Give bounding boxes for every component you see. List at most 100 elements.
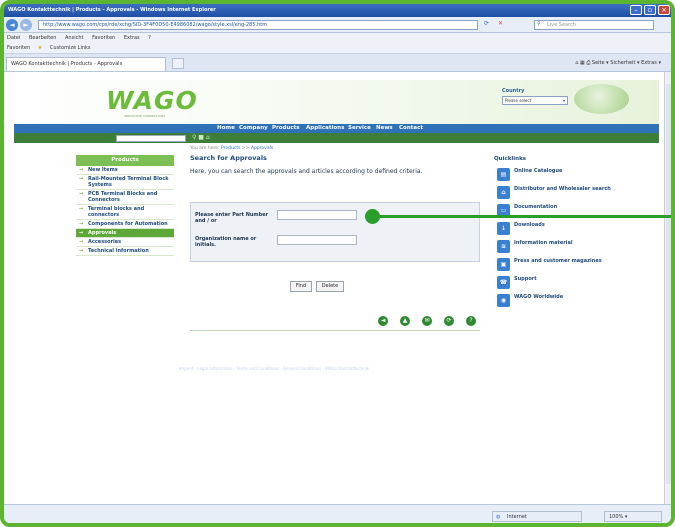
maximize-icon[interactable]: ▫ bbox=[644, 5, 656, 15]
country-select-value: Please select bbox=[505, 98, 532, 103]
close-icon[interactable]: × bbox=[658, 5, 670, 15]
products-item-label: PCB Terminal Blocks and Connectors bbox=[88, 191, 158, 203]
products-item-approvals[interactable]: → Approvals bbox=[76, 229, 174, 238]
globe-graphic bbox=[574, 84, 629, 114]
menu-favoriten[interactable]: Favoriten bbox=[92, 35, 115, 41]
site-search-input[interactable] bbox=[116, 135, 186, 142]
logo-tagline: INNOVATIVE CONNECTIONS bbox=[124, 114, 166, 118]
refresh-icon[interactable]: ⟳ bbox=[484, 20, 489, 27]
support-icon: ☎ bbox=[497, 276, 510, 289]
quicklink-label: Distributor and Wholesaler search bbox=[514, 186, 611, 192]
catalogue-icon: ▤ bbox=[497, 168, 510, 181]
breadcrumb-prefix: You are here: bbox=[190, 146, 220, 151]
menu-help[interactable]: ? bbox=[148, 35, 151, 41]
forward-button[interactable]: ► bbox=[20, 19, 32, 31]
quicklink-label: Information material bbox=[514, 240, 573, 246]
nav-news[interactable]: News bbox=[376, 124, 393, 133]
url-field[interactable]: http://www.wago.com/cps/rde/xchg/SID-3F4… bbox=[38, 20, 478, 30]
downloads-icon: ↓ bbox=[497, 222, 510, 235]
help-icon[interactable]: ? bbox=[466, 316, 476, 326]
address-bar: ◄ ► http://www.wago.com/cps/rde/xchg/SID… bbox=[4, 17, 671, 33]
nav-service[interactable]: Service bbox=[348, 124, 371, 133]
status-bar: ◍ Internet 100% ▾ bbox=[4, 504, 671, 523]
quicklink-online-catalogue[interactable]: ▤ Online Catalogue bbox=[494, 168, 614, 186]
stop-icon[interactable]: ✕ bbox=[498, 20, 503, 27]
products-item-pcb-terminal-blocks[interactable]: → PCB Terminal Blocks and Connectors bbox=[76, 190, 174, 205]
nav-home[interactable]: Home bbox=[217, 124, 235, 133]
security-zone[interactable]: ◍ Internet bbox=[492, 511, 582, 522]
breadcrumb: You are here: Products >> Approvals bbox=[190, 146, 273, 151]
press-icon: ▣ bbox=[497, 258, 510, 271]
products-item-label: Accessories bbox=[88, 239, 122, 245]
menu-bearbeiten[interactable]: Bearbeiten bbox=[29, 35, 56, 41]
products-menu: Products → New Items → Rail-Mounted Term… bbox=[76, 155, 174, 256]
wago-logo[interactable]: WAGO bbox=[106, 88, 197, 114]
tab-wago-approvals[interactable]: WAGO Kontakttechnik | Products - Approva… bbox=[6, 57, 166, 71]
new-tab-button[interactable] bbox=[172, 58, 184, 69]
customize-links-link[interactable]: Customize Links bbox=[50, 45, 91, 51]
breadcrumb-separator: >> bbox=[241, 146, 250, 151]
organization-field[interactable] bbox=[277, 235, 357, 245]
quicklink-information-material[interactable]: ≋ Information material bbox=[494, 240, 614, 258]
vertical-scrollbar[interactable] bbox=[664, 72, 671, 504]
part-number-field[interactable] bbox=[277, 210, 357, 220]
quicklink-support[interactable]: ☎ Support bbox=[494, 276, 614, 294]
web-page: WAGO INNOVATIVE CONNECTIONS Country Plea… bbox=[4, 72, 664, 504]
footer-links[interactable]: Imprint · Legal Information · Terms and … bbox=[179, 366, 369, 371]
search-go-icon[interactable]: ⚲ ■ ⌂ bbox=[192, 134, 210, 142]
email-icon[interactable]: ✉ bbox=[422, 316, 432, 326]
breadcrumb-products[interactable]: Products bbox=[221, 146, 240, 151]
products-item-label: Terminal blocks and connectors bbox=[88, 206, 145, 218]
tab-bar: WAGO Kontakttechnik | Products - Approva… bbox=[4, 54, 671, 72]
products-item-new-items[interactable]: → New Items bbox=[76, 166, 174, 175]
refresh-page-icon[interactable]: ⟳ bbox=[444, 316, 454, 326]
content-divider bbox=[190, 330, 480, 331]
feeds-icon[interactable]: ▦ bbox=[580, 60, 585, 66]
quicklink-press-magazines[interactable]: ▣ Press and customer magazines bbox=[494, 258, 614, 276]
products-item-technical-information[interactable]: → Technical information bbox=[76, 247, 174, 256]
distributor-icon: ⌂ bbox=[497, 186, 510, 199]
favorites-button[interactable]: Favoriten bbox=[7, 45, 30, 51]
organization-label: Organization name or initials. bbox=[195, 236, 257, 248]
tab-title: WAGO Kontakttechnik | Products - Approva… bbox=[11, 61, 123, 67]
country-select[interactable]: Please select ▾ bbox=[502, 96, 568, 105]
search-input[interactable]: Live Search bbox=[534, 20, 654, 30]
quicklink-wago-worldwide[interactable]: ◉ WAGO Worldwide bbox=[494, 294, 614, 312]
products-item-accessories[interactable]: → Accessories bbox=[76, 238, 174, 247]
star-icon[interactable]: ★ bbox=[38, 45, 42, 51]
products-item-automation[interactable]: → Components for Automation bbox=[76, 220, 174, 229]
nav-applications[interactable]: Applications bbox=[306, 124, 344, 133]
print-icon[interactable]: ⎙ bbox=[586, 60, 590, 66]
products-item-rail-mounted[interactable]: → Rail-Mounted Terminal Block Systems bbox=[76, 175, 174, 190]
back-icon[interactable]: ◄ bbox=[378, 316, 388, 326]
quicklink-documentation[interactable]: ▭ Documentation bbox=[494, 204, 614, 222]
nav-company[interactable]: Company bbox=[239, 124, 268, 133]
menu-ansicht[interactable]: Ansicht bbox=[65, 35, 83, 41]
nav-contact[interactable]: Contact bbox=[399, 124, 423, 133]
command-bar-menus[interactable]: Seite ▾ Sicherheit ▾ Extras ▾ bbox=[592, 60, 661, 66]
search-engine-icon[interactable]: ⚲ bbox=[537, 21, 541, 27]
menu-extras[interactable]: Extras bbox=[124, 35, 140, 41]
window-title: WAGO Kontakttechnik | Products - Approva… bbox=[8, 7, 216, 13]
home-icon[interactable]: ⌂ bbox=[575, 60, 578, 66]
products-item-terminal-blocks[interactable]: → Terminal blocks and connectors bbox=[76, 205, 174, 220]
menu-datei[interactable]: Datei bbox=[7, 35, 20, 41]
quicklink-distributor-search[interactable]: ⌂ Distributor and Wholesaler search bbox=[494, 186, 614, 204]
wago-header: WAGO INNOVATIVE CONNECTIONS Country Plea… bbox=[14, 80, 659, 124]
find-button[interactable]: Find bbox=[290, 281, 312, 292]
approval-search-form: Please enter Part Number and / or Organi… bbox=[190, 202, 480, 262]
arrow-right-icon: → bbox=[79, 167, 84, 173]
top-icon[interactable]: ▲ bbox=[400, 316, 410, 326]
back-button[interactable]: ◄ bbox=[6, 19, 18, 31]
arrow-right-icon: → bbox=[79, 206, 84, 212]
delete-button[interactable]: Delete bbox=[316, 281, 344, 292]
arrow-right-icon: → bbox=[79, 230, 84, 236]
breadcrumb-approvals[interactable]: Approvals bbox=[251, 146, 273, 151]
information-icon: ≋ bbox=[497, 240, 510, 253]
minimize-icon[interactable]: – bbox=[630, 5, 642, 15]
scrollbar-thumb[interactable] bbox=[666, 84, 671, 484]
nav-products[interactable]: Products bbox=[272, 124, 300, 133]
intro-text: Here, you can search the approvals and a… bbox=[190, 168, 423, 175]
quicklink-downloads[interactable]: ↓ Downloads bbox=[494, 222, 614, 240]
zoom-control[interactable]: 100% ▾ bbox=[604, 511, 662, 522]
